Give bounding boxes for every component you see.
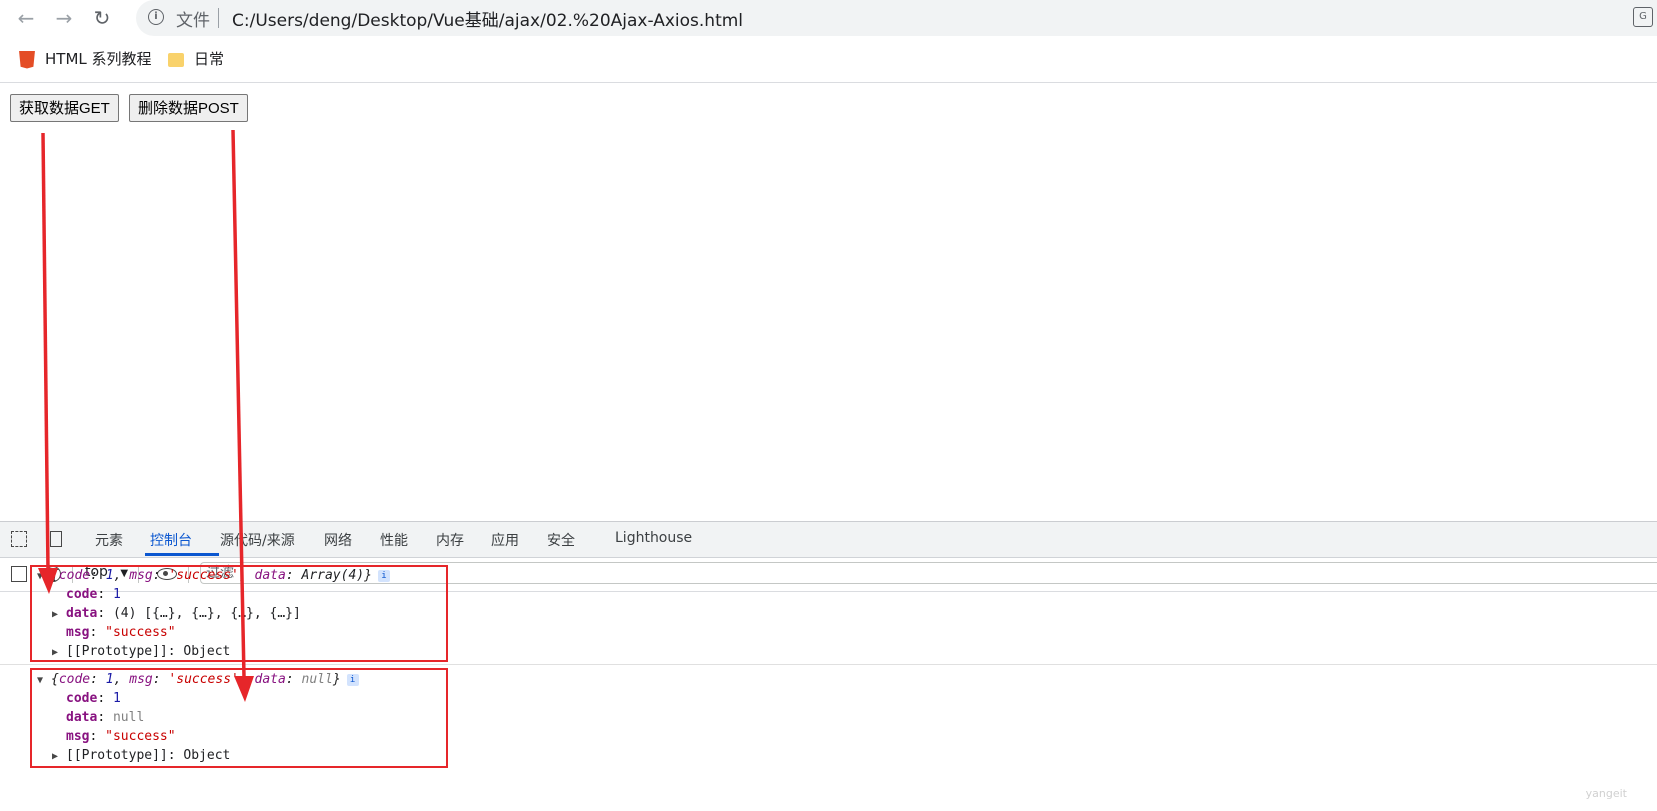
arrow-right-icon[interactable]: → <box>52 6 76 30</box>
watermark: yangeit <box>1585 787 1627 800</box>
tab-performance[interactable]: 性能 <box>380 530 408 550</box>
inspect-element-icon[interactable] <box>11 531 27 547</box>
tab-sources[interactable]: 源代码/来源 <box>220 530 295 550</box>
address-bar: ← → ↻ i 文件 C:/Users/deng/Desktop/Vue基础/a… <box>0 0 1657 36</box>
folder-icon <box>168 52 184 67</box>
translate-icon[interactable]: G <box>1633 7 1653 27</box>
html5-icon <box>19 50 35 69</box>
sidebar-toggle-icon[interactable] <box>11 566 27 582</box>
bookmark-label: 日常 <box>194 50 225 68</box>
tab-security[interactable]: 安全 <box>547 530 575 550</box>
tab-application[interactable]: 应用 <box>491 530 519 550</box>
tab-network[interactable]: 网络 <box>324 530 352 550</box>
bookmarks-bar: HTML 系列教程 日常 <box>0 36 1657 83</box>
tab-console[interactable]: 控制台 <box>150 530 192 550</box>
delete-data-button[interactable]: 删除数据POST <box>129 94 248 122</box>
devtools-tab-bar: 元素 控制台 源代码/来源 网络 性能 内存 应用 安全 Lighthouse <box>0 521 1657 558</box>
divider <box>218 8 219 28</box>
annotation-box-post <box>30 668 448 768</box>
omnibox[interactable]: i 文件 C:/Users/deng/Desktop/Vue基础/ajax/02… <box>136 0 1657 36</box>
bookmark-html-series[interactable]: HTML 系列教程 <box>19 48 152 69</box>
scheme-label: 文件 <box>176 11 210 31</box>
reload-icon[interactable]: ↻ <box>90 6 114 30</box>
arrow-left-icon[interactable]: ← <box>14 6 38 30</box>
device-toggle-icon[interactable] <box>50 531 62 547</box>
get-data-button[interactable]: 获取数据GET <box>10 94 119 122</box>
tab-elements[interactable]: 元素 <box>95 530 123 550</box>
active-tab-indicator <box>145 553 219 556</box>
tab-lighthouse[interactable]: Lighthouse <box>615 530 692 546</box>
arrow-line-get <box>41 132 50 571</box>
bookmark-label: HTML 系列教程 <box>45 50 152 68</box>
url-text[interactable]: C:/Users/deng/Desktop/Vue基础/ajax/02.%20A… <box>232 6 743 31</box>
tab-memory[interactable]: 内存 <box>436 530 464 550</box>
bookmark-folder-daily[interactable]: 日常 <box>168 48 224 69</box>
info-icon[interactable]: i <box>148 9 164 25</box>
divider <box>0 664 1657 665</box>
annotation-box-get <box>30 565 448 662</box>
